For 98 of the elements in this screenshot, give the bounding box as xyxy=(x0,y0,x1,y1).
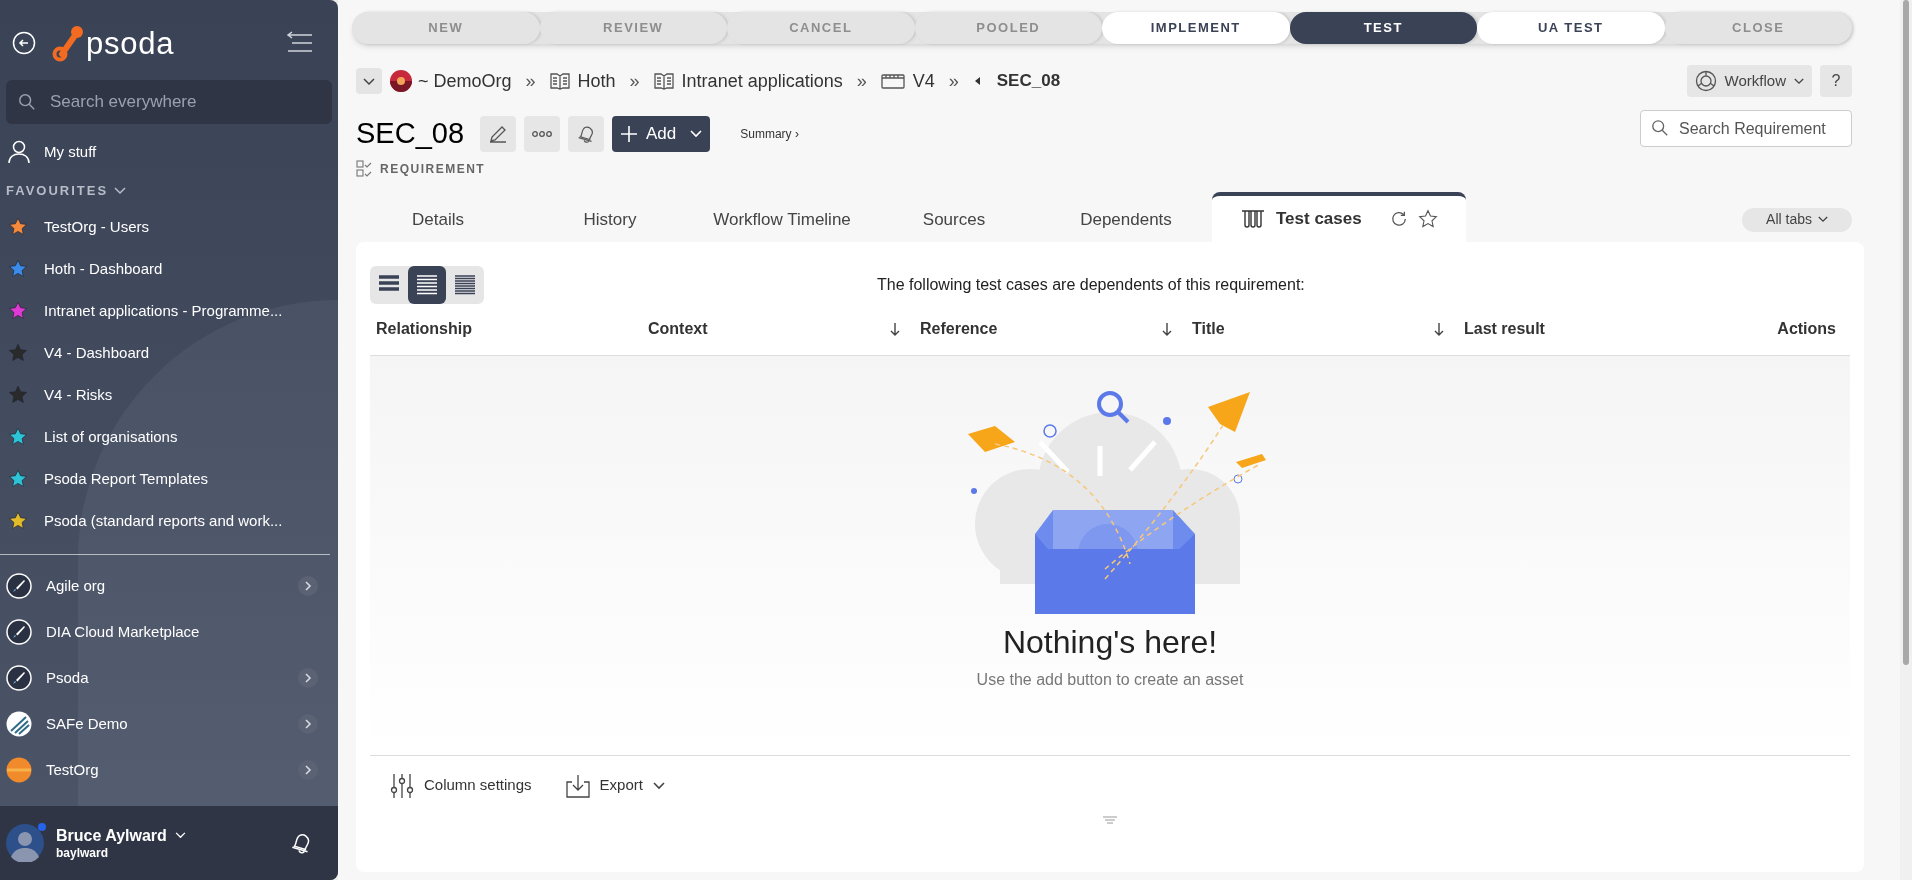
breadcrumb-separator: » xyxy=(525,69,536,93)
user-name[interactable]: Bruce Aylward xyxy=(56,825,167,846)
breadcrumb-link[interactable]: Intranet applications xyxy=(681,67,843,95)
user-icon xyxy=(8,140,30,164)
empty-state-title: Nothing's here! xyxy=(1002,622,1218,662)
organisation-link[interactable]: Psoda xyxy=(46,666,89,690)
org-logo-icon xyxy=(6,757,32,783)
logo-icon xyxy=(52,24,84,62)
scrollbar[interactable] xyxy=(1900,0,1912,880)
chevron-right-icon[interactable] xyxy=(298,760,318,780)
chevron-right-icon[interactable] xyxy=(298,668,318,688)
section-heading: FAVOURITES xyxy=(6,182,109,201)
star-icon[interactable] xyxy=(1417,208,1438,229)
view-toggle[interactable] xyxy=(408,265,446,304)
help-button[interactable]: ? xyxy=(1820,65,1852,97)
organisation-link[interactable]: TestOrg xyxy=(46,758,99,782)
search-icon xyxy=(1651,119,1669,137)
favourite-link[interactable]: Intranet applications - Programme... xyxy=(44,299,283,323)
tab[interactable]: History xyxy=(524,197,696,242)
tab[interactable]: Details xyxy=(352,197,524,242)
sliders-icon xyxy=(390,772,414,799)
sort-arrow-icon[interactable] xyxy=(890,322,900,336)
refresh-icon[interactable] xyxy=(1389,209,1408,228)
back-icon[interactable] xyxy=(12,31,36,55)
favourite-link[interactable]: List of organisations xyxy=(44,425,178,449)
rocket-icon xyxy=(6,573,32,599)
export-icon xyxy=(565,773,590,798)
organisation-link[interactable]: DIA Cloud Marketplace xyxy=(46,620,200,644)
column-settings-button[interactable]: Column settings xyxy=(390,772,532,799)
breadcrumb-separator: » xyxy=(629,69,640,93)
caret-icon xyxy=(690,129,703,138)
rocket-icon xyxy=(6,665,32,691)
favourite-link[interactable]: Psoda Report Templates xyxy=(44,467,208,491)
more-button[interactable] xyxy=(524,115,560,152)
breadcrumb-separator: » xyxy=(948,69,959,93)
workflow-button[interactable]: Workflow xyxy=(1686,65,1812,97)
chevron-down-icon xyxy=(1794,77,1804,85)
chevron-down-icon xyxy=(652,781,665,790)
dropdown-button[interactable] xyxy=(356,68,382,94)
column-header[interactable]: Relationship xyxy=(370,317,642,341)
breadcrumb-current: SEC_08 xyxy=(996,70,1061,93)
workflow-step[interactable]: UA TEST xyxy=(1477,12,1665,44)
favourite-link[interactable]: TestOrg - Users xyxy=(44,215,149,239)
favourite-link[interactable]: Hoth - Dashboard xyxy=(44,257,163,281)
column-header[interactable]: Title xyxy=(1186,317,1458,341)
column-header[interactable]: Actions xyxy=(1730,317,1850,341)
dots-icon xyxy=(532,129,552,138)
book-icon xyxy=(549,72,570,90)
favourite-link[interactable]: V4 - Risks xyxy=(44,383,113,407)
logo-wordmark: psoda xyxy=(86,27,175,59)
organisation-link[interactable]: Agile org xyxy=(46,574,106,598)
add-button[interactable]: Add xyxy=(612,115,711,152)
resize-handle-icon[interactable] xyxy=(1103,815,1117,824)
sort-arrow-icon[interactable] xyxy=(1162,322,1172,336)
workflow-step[interactable]: IMPLEMENT xyxy=(1102,12,1290,44)
breadcrumb-link[interactable]: ~ DemoOrg xyxy=(418,67,512,95)
plus-icon xyxy=(620,124,638,143)
column-header[interactable]: Context xyxy=(642,317,914,341)
tab[interactable]: Dependents xyxy=(1040,197,1212,242)
chevron-right-icon[interactable] xyxy=(298,714,318,734)
empty-state-message: Use the add button to create an asset xyxy=(976,669,1244,690)
column-header[interactable]: Last result xyxy=(1458,317,1730,341)
my-stuff-link[interactable]: My stuff xyxy=(44,140,97,164)
workflow-icon xyxy=(1694,70,1717,92)
tab[interactable]: Test cases xyxy=(1212,191,1466,242)
calendar-icon xyxy=(880,73,905,89)
book-icon xyxy=(653,72,674,90)
search-icon xyxy=(18,93,36,111)
tab[interactable]: Sources xyxy=(868,197,1040,242)
rocket-icon xyxy=(6,619,32,645)
favourite-link[interactable]: V4 - Dashboard xyxy=(44,341,150,365)
chevron-right-icon[interactable] xyxy=(298,576,318,596)
workflow-step[interactable]: TEST xyxy=(1289,12,1477,44)
username: baylward xyxy=(56,845,110,861)
breadcrumb-link[interactable]: V4 xyxy=(912,67,935,95)
favourite-link[interactable]: Psoda (standard reports and work... xyxy=(44,509,283,533)
breadcrumb-separator: » xyxy=(856,69,867,93)
checklist-icon xyxy=(356,159,372,178)
avatar xyxy=(6,824,44,862)
chevron-down-icon xyxy=(1818,216,1828,223)
breadcrumb-link[interactable]: Hoth xyxy=(577,67,616,95)
search-field[interactable]: Search Requirement xyxy=(1640,110,1852,147)
stripes-icon xyxy=(6,711,32,737)
export-button[interactable]: Export xyxy=(565,773,665,798)
sort-arrow-icon[interactable] xyxy=(1434,322,1444,336)
asset-type: REQUIREMENT xyxy=(380,160,486,178)
edit-button[interactable] xyxy=(480,115,516,152)
test-tubes-icon xyxy=(1240,208,1266,229)
tab[interactable]: Workflow Timeline xyxy=(696,197,868,242)
page-title: SEC_08 xyxy=(356,116,464,151)
column-header[interactable]: Reference xyxy=(914,317,1186,341)
description-text: The following test cases are dependents of this requirement: xyxy=(877,274,1305,295)
chevron-down-icon[interactable] xyxy=(114,187,127,195)
search-field[interactable]: Search everywhere xyxy=(6,80,332,124)
organisation-link[interactable]: SAFe Demo xyxy=(46,712,128,736)
summary-link[interactable]: Summary › xyxy=(740,124,799,143)
bell-button[interactable] xyxy=(568,115,604,152)
all-tabs-button[interactable]: All tabs xyxy=(1742,207,1852,232)
